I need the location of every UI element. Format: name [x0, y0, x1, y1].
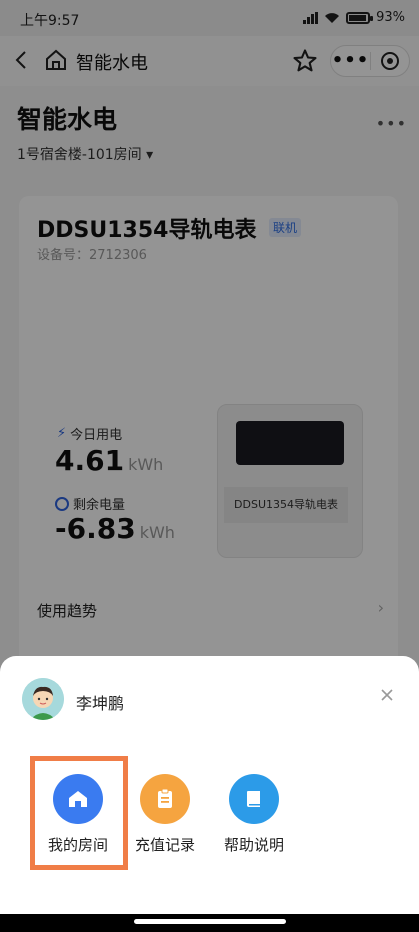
help-icon-circle — [229, 774, 279, 824]
help-button[interactable]: 帮助说明 — [209, 774, 299, 855]
help-label: 帮助说明 — [223, 836, 284, 854]
action-sheet: 李坤鹏 我的房间 充值记录 帮助说明 — [0, 656, 419, 932]
close-icon[interactable] — [378, 686, 396, 704]
book-icon — [247, 791, 260, 807]
dim-overlay-top — [0, 0, 419, 86]
recharge-history-button[interactable]: 充值记录 — [120, 774, 210, 855]
home-indicator[interactable] — [134, 919, 286, 924]
recharge-icon-circle — [140, 774, 190, 824]
clipboard-icon — [158, 788, 172, 808]
recharge-history-label: 充值记录 — [134, 836, 195, 854]
selection-highlight — [30, 756, 128, 870]
username: 李坤鹏 — [76, 694, 125, 713]
avatar — [22, 678, 64, 720]
home-indicator-area — [0, 914, 419, 932]
user-avatar-icon — [22, 678, 64, 720]
